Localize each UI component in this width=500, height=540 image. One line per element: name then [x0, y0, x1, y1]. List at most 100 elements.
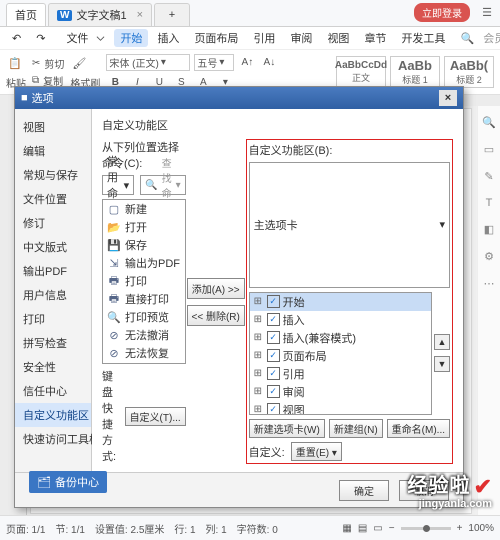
command-item[interactable]: ⇲输出为PDF [103, 254, 185, 272]
view-web-icon[interactable]: ▭ [373, 523, 382, 534]
checkbox[interactable]: ✓ [267, 331, 280, 344]
checkbox[interactable]: ✓ [267, 349, 280, 362]
command-item[interactable]: 📂打开 [103, 218, 185, 236]
style-h2[interactable]: AaBb(标题 2 [444, 56, 494, 88]
nav-item[interactable]: 打印 [15, 307, 91, 331]
more-icon[interactable]: ⋯ [484, 277, 495, 290]
style-normal[interactable]: AaBbCcDd正文 [336, 56, 386, 88]
checkbox[interactable]: ✓ [267, 367, 280, 380]
settings-icon[interactable]: ⚙ [484, 250, 494, 263]
command-item[interactable]: 💾保存 [103, 236, 185, 254]
magnify-icon[interactable]: 🔍 [482, 116, 496, 129]
nav-item[interactable]: 输出PDF [15, 259, 91, 283]
menu-start[interactable]: 开始 [114, 29, 148, 47]
command-item[interactable]: ▢新建 [103, 200, 185, 218]
tree-item[interactable]: ⊞✓开始 [250, 293, 431, 311]
nav-item[interactable]: 修订 [15, 211, 91, 235]
paste-icon[interactable]: 📋 [6, 55, 24, 73]
new-tab-button[interactable]: 新建选项卡(W) [249, 419, 325, 438]
shape-icon[interactable]: ◧ [484, 223, 494, 236]
command-item[interactable]: ⊘无法撤消 [103, 326, 185, 344]
close-icon[interactable]: × [137, 9, 143, 21]
nav-item[interactable]: 编辑 [15, 139, 91, 163]
grow-font-icon[interactable]: A↑ [238, 53, 256, 71]
reset-button[interactable]: 重置(E) ▾ [291, 442, 342, 461]
style-h1[interactable]: AaBb标题 1 [390, 56, 440, 88]
zoom-out-icon[interactable]: − [389, 523, 395, 534]
command-search[interactable]: 🔍查找命令▾ [140, 175, 185, 195]
nav-item[interactable]: 拼写检查 [15, 331, 91, 355]
tree-item[interactable]: ⊞✓视图 [250, 401, 431, 416]
nav-item[interactable]: 视图 [15, 115, 91, 139]
menu-section[interactable]: 章节 [358, 29, 392, 47]
new-group-button[interactable]: 新建组(N) [329, 419, 383, 438]
move-down-button[interactable]: ▼ [434, 356, 450, 372]
nav-item[interactable]: 常规与保存 [15, 163, 91, 187]
font-name-dropdown[interactable]: 宋体 (正文)▾ [106, 54, 190, 71]
rename-button[interactable]: 重命名(M)... [387, 419, 450, 438]
checkbox[interactable]: ✓ [267, 313, 280, 326]
dialog-titlebar[interactable]: ■ 选项 × [15, 87, 463, 109]
menu-file[interactable]: 文件 [54, 28, 111, 48]
status-page[interactable]: 页面: 1/1 [6, 521, 45, 536]
font-size-dropdown[interactable]: 五号▾ [194, 54, 234, 71]
copy-icon[interactable]: ⧉ [32, 75, 39, 86]
expand-icon[interactable]: ⊞ [254, 350, 264, 361]
customize-shortcut-button[interactable]: 自定义(T)... [125, 407, 186, 426]
checkbox[interactable]: ✓ [267, 403, 280, 415]
menu-insert[interactable]: 插入 [151, 29, 185, 47]
nav-item[interactable]: 用户信息 [15, 283, 91, 307]
tab-home[interactable]: 首页 [6, 3, 46, 26]
checkbox[interactable]: ✓ [267, 295, 280, 308]
nav-item[interactable]: 自定义功能区 [15, 403, 91, 427]
command-item[interactable]: 🖶打印 [103, 272, 185, 290]
move-up-button[interactable]: ▲ [434, 334, 450, 350]
expand-icon[interactable]: ⊞ [254, 332, 264, 343]
nav-item[interactable]: 快速访问工具栏 [15, 427, 91, 451]
ribbon-combo[interactable]: 主选项卡▾ [249, 162, 450, 288]
backup-center-button[interactable]: 🗂 备份中心 [29, 471, 107, 493]
tab-document[interactable]: W 文字文稿1 × [48, 3, 152, 26]
command-item[interactable]: 📋粘贴 [103, 362, 185, 364]
zoom-slider[interactable] [401, 527, 451, 530]
history-fwd-icon[interactable]: ↷ [30, 31, 51, 46]
menu-review[interactable]: 审阅 [284, 29, 318, 47]
select-icon[interactable]: ▭ [484, 143, 494, 156]
ok-button[interactable]: 确定 [339, 480, 389, 501]
add-button[interactable]: 添加(A) >> [187, 278, 245, 299]
expand-icon[interactable]: ⊞ [254, 368, 264, 379]
checkbox[interactable]: ✓ [267, 385, 280, 398]
remove-button[interactable]: << 删除(R) [187, 305, 245, 326]
menu-view[interactable]: 视图 [321, 29, 355, 47]
shrink-font-icon[interactable]: A↓ [260, 53, 278, 71]
command-item[interactable]: 🖶直接打印 [103, 290, 185, 308]
choose-from-combo[interactable]: 常用命令▾ [102, 175, 134, 195]
menu-reference[interactable]: 引用 [247, 29, 281, 47]
dialog-close-button[interactable]: × [439, 90, 457, 106]
tree-item[interactable]: ⊞✓页面布局 [250, 347, 431, 365]
window-menu-icon[interactable]: ☰ [482, 6, 492, 19]
expand-icon[interactable]: ⊞ [254, 404, 264, 415]
tree-item[interactable]: ⊞✓插入(兼容模式) [250, 329, 431, 347]
nav-item[interactable]: 中文版式 [15, 235, 91, 259]
tab-add[interactable]: + [154, 3, 190, 26]
cut-icon[interactable]: ✂ [32, 58, 40, 69]
history-back-icon[interactable]: ↶ [6, 31, 27, 46]
tree-item[interactable]: ⊞✓审阅 [250, 383, 431, 401]
tree-item[interactable]: ⊞✓插入 [250, 311, 431, 329]
expand-icon[interactable]: ⊞ [254, 386, 264, 397]
zoom-in-icon[interactable]: + [457, 523, 463, 534]
pen-icon[interactable]: ✎ [484, 170, 493, 183]
tree-item[interactable]: ⊞✓引用 [250, 365, 431, 383]
expand-icon[interactable]: ⊞ [254, 296, 264, 307]
format-painter-icon[interactable]: 🖌 [70, 55, 88, 73]
commands-listbox[interactable]: ▢新建📂打开💾保存⇲输出为PDF🖶打印🖶直接打印🔍打印预览⊘无法撤消⊘无法恢复📋… [102, 199, 186, 364]
zoom-value[interactable]: 100% [468, 523, 494, 534]
ribbon-tree[interactable]: ⊞✓开始⊞✓插入⊞✓插入(兼容模式)⊞✓页面布局⊞✓引用⊞✓审阅⊞✓视图⊞✓章节… [249, 292, 432, 416]
menu-search[interactable]: 🔍 会员专享、提索提索 [454, 29, 500, 47]
text-icon[interactable]: T [486, 197, 493, 209]
view-print-icon[interactable]: ▦ [342, 523, 351, 534]
menu-dev[interactable]: 开发工具 [395, 29, 451, 47]
view-read-icon[interactable]: ▤ [358, 523, 367, 534]
command-item[interactable]: ⊘无法恢复 [103, 344, 185, 362]
